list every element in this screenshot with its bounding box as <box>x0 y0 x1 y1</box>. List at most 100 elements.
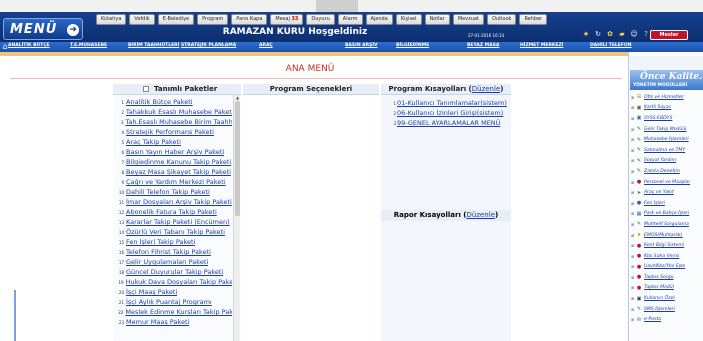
module-link[interactable]: e-Posta <box>644 317 661 322</box>
module-item[interactable]: ⊞ ● Uavt/Kbs/Ybs Eşle <box>631 262 703 273</box>
module-link[interactable]: Uavt/Kbs/Ybs Eşle <box>644 264 685 269</box>
module-link[interactable]: SYSS-EBDYS <box>644 116 672 121</box>
star-icon[interactable]: ★ <box>582 30 590 38</box>
module-item[interactable]: ⊞ ▣ Kullanıcı Özel <box>631 293 703 304</box>
select-all-checkbox[interactable] <box>143 86 149 92</box>
package-link[interactable]: Çağrı ve Yardım Merkezi Paketi <box>126 178 226 186</box>
module-link[interactable]: Muhasebe İşlemleri <box>644 137 689 142</box>
program-shortcut-item[interactable]: 3 99-GENEL AYARLAMALAR MENÜ <box>388 118 508 128</box>
package-scrollbar[interactable]: ▲ <box>233 95 240 341</box>
module-link[interactable]: Kartli Sayac <box>644 105 671 110</box>
shortcut-link[interactable]: BASIN ARŞİV <box>345 43 378 48</box>
package-link[interactable]: Hukuk Dava Dosyaları Takip Paketi <box>126 278 232 286</box>
menu-button[interactable]: Pano Kapa <box>231 14 268 25</box>
menu-button[interactable]: Ajanda <box>365 14 393 25</box>
package-item[interactable]: 18 Güncel Duyurular Takip Paketi <box>116 267 232 277</box>
module-link[interactable]: Kbs Saha Verisi <box>644 254 679 259</box>
module-item[interactable]: ⊞ ✎ Gelir Takip Modülü <box>631 124 703 135</box>
package-item[interactable]: 15 Fen İşleri Takip Paketi <box>116 237 232 247</box>
package-link[interactable]: Araç Takip Paketi <box>126 138 181 146</box>
menu-button[interactable]: Vefdik <box>129 14 155 25</box>
package-item[interactable]: 16 Telefon Fihrist Takip Paketi <box>116 247 232 257</box>
module-item[interactable]: ⊞ ✉ e-Posta <box>631 314 703 325</box>
module-item[interactable]: ⊞ ● Fen İşleri <box>631 198 703 209</box>
top-tab[interactable] <box>316 0 358 12</box>
user-badge[interactable]: Mesler <box>650 30 688 40</box>
module-link[interactable]: Tapbıs Sorgu <box>644 275 674 280</box>
package-link[interactable]: Tah.Esaslı Muhasebe Birim Taahhüt <box>125 118 232 126</box>
package-item[interactable]: 21 İşçi Aylık Puantaj Programı <box>116 297 232 307</box>
package-item[interactable]: 12 Abonelik Fatura Takip Paketi <box>116 207 232 217</box>
module-link[interactable]: Kullanıcı Özel <box>644 296 675 301</box>
module-link[interactable]: Satınalma ve TMY <box>644 148 685 153</box>
scroll-thumb[interactable] <box>235 101 240 216</box>
menu-button[interactable]: Duyuru <box>306 14 335 25</box>
program-shortcut-link[interactable]: 06-Kullanıcı İzinleri Girişi(sistem) <box>397 109 503 117</box>
help-icon[interactable]: ? <box>642 30 650 38</box>
shortcut-link[interactable]: BİRİM TAAHHÜTLERİ <box>128 43 179 48</box>
module-item[interactable]: ⊞ ✎ Muhtelif Sorgulama <box>631 219 703 230</box>
shortcut-link[interactable]: BİLGİEDİNME <box>396 43 429 48</box>
package-link[interactable]: Güncel Duyurular Takip Paketi <box>126 268 223 276</box>
package-item[interactable]: 13 Kararlar Takip Paketi (Encümen) <box>116 217 232 227</box>
package-item[interactable]: 6 Basın Yayın Haber Arşiv Paketi <box>116 147 232 157</box>
program-shortcut-link[interactable]: 01-Kullanıcı Tanımlamalar(sistem) <box>397 99 507 107</box>
module-link[interactable]: EMOS(Muhtarlık) <box>644 233 683 238</box>
module-link[interactable]: Kent Bilgi Sistemi <box>644 243 684 248</box>
package-link[interactable]: İşçi Aylık Puantaj Programı <box>126 298 212 306</box>
package-item[interactable]: 10 Dahili Telefon Takip Paketi <box>116 187 232 197</box>
module-item[interactable]: ⊞ ▣ SYSS-EBDYS <box>631 113 703 124</box>
menu-button[interactable]: Alarm <box>337 14 363 25</box>
folder-icon[interactable]: ▰ <box>618 30 626 38</box>
module-link[interactable]: SMS İşlemleri <box>644 307 675 312</box>
package-item[interactable]: 8 Beyaz Masa Şikayet Takip Paketi <box>116 167 232 177</box>
menu-button[interactable]: Kişisel <box>395 14 422 25</box>
module-item[interactable]: ⊞ ➤ Araç ve Yakıt <box>631 187 703 198</box>
package-item[interactable]: 17 Gelir Uygulamaları Paketi <box>116 257 232 267</box>
module-item[interactable]: ⊞ ✎ SMS İşlemleri <box>631 304 703 315</box>
shortcut-link[interactable]: STRATEJİK PLANLAMA <box>181 43 236 48</box>
package-item[interactable]: 3 Tah.Esaslı Muhasebe Birim Taahhüt <box>116 117 232 127</box>
package-item[interactable]: 20 İşçi Maaş Paketi <box>116 287 232 297</box>
menu-button[interactable]: Mevzuat <box>452 14 484 25</box>
package-item[interactable]: 7 Bilgiedinme Kanunu Takip Paketi <box>116 157 232 167</box>
menu-logo-button[interactable]: MENÜ ➜ <box>3 18 83 40</box>
module-link[interactable]: Fen İşleri <box>644 201 665 206</box>
refresh-icon[interactable]: ↻ <box>594 30 602 38</box>
module-link[interactable]: Gelir Takip Modülü <box>644 127 687 132</box>
package-link[interactable]: Özürlü Veri Tabanı Takip Paketi <box>126 228 225 236</box>
module-link[interactable]: Tapbıs Modül <box>644 285 674 290</box>
package-link[interactable]: İşçi Maaş Paketi <box>126 288 177 296</box>
menu-button[interactable]: Outlook <box>486 14 517 25</box>
package-item[interactable]: 23 Memur Maaş Paketi <box>116 317 232 327</box>
report-edit-link[interactable]: Düzenle <box>467 211 496 219</box>
module-item[interactable]: ⊞ ▦ Park ve Bahçe İşleri <box>631 209 703 220</box>
shortcut-link[interactable]: DAHİLİ TELEFON <box>590 43 632 48</box>
program-shortcut-item[interactable]: 1 01-Kullanıcı Tanımlamalar(sistem) <box>388 98 508 108</box>
menu-button[interactable]: E-Belediye <box>157 14 195 25</box>
module-link[interactable]: Sosyal Yardım <box>644 158 676 163</box>
module-item[interactable]: ⊞ ▣ Kartli Sayac <box>631 103 703 114</box>
package-link[interactable]: Stratejik Performans Paketi <box>126 128 214 136</box>
menu-button[interactable]: Kütahya <box>96 14 127 25</box>
module-link[interactable]: Araç ve Yakıt <box>644 190 674 195</box>
package-link[interactable]: Fen İşleri Takip Paketi <box>126 238 195 246</box>
package-link[interactable]: Tahakkuk Esaslı Muhasebe Paketi <box>126 108 232 116</box>
package-item[interactable]: 19 Hukuk Dava Dosyaları Takip Paketi <box>116 277 233 287</box>
package-item[interactable]: 9 Çağrı ve Yardım Merkezi Paketi <box>116 177 232 187</box>
shortcut-link[interactable]: HİZMET MERKEZİ <box>520 43 563 48</box>
program-shortcut-item[interactable]: 2 06-Kullanıcı İzinleri Girişi(sistem) <box>388 108 508 118</box>
settings-icon[interactable]: ✿ <box>606 30 614 38</box>
module-item[interactable]: ⊞ ✎ Zabıta Denetim <box>631 166 703 177</box>
package-link[interactable]: Telefon Fihrist Takip Paketi <box>126 248 211 256</box>
user-icon[interactable]: ☺ <box>630 30 638 38</box>
shortcut-link[interactable]: BEYAZ MASA <box>467 43 499 48</box>
module-item[interactable]: ⊞ ★ EMOS(Muhtarlık) <box>631 230 703 241</box>
package-item[interactable]: 5 Araç Takip Paketi <box>116 137 232 147</box>
module-link[interactable]: Personel ve Maaşlar <box>644 180 690 185</box>
package-link[interactable]: İmar Dosyaları Arşiv Takip Paketi <box>126 198 232 206</box>
shortcut-link[interactable]: ARAÇ <box>259 43 273 48</box>
package-item[interactable]: 1 Analitik Bütçe Paketi <box>116 97 232 107</box>
menu-button[interactable]: Program <box>197 14 229 25</box>
shortcuts-edit-link[interactable]: Düzenle <box>472 85 501 93</box>
